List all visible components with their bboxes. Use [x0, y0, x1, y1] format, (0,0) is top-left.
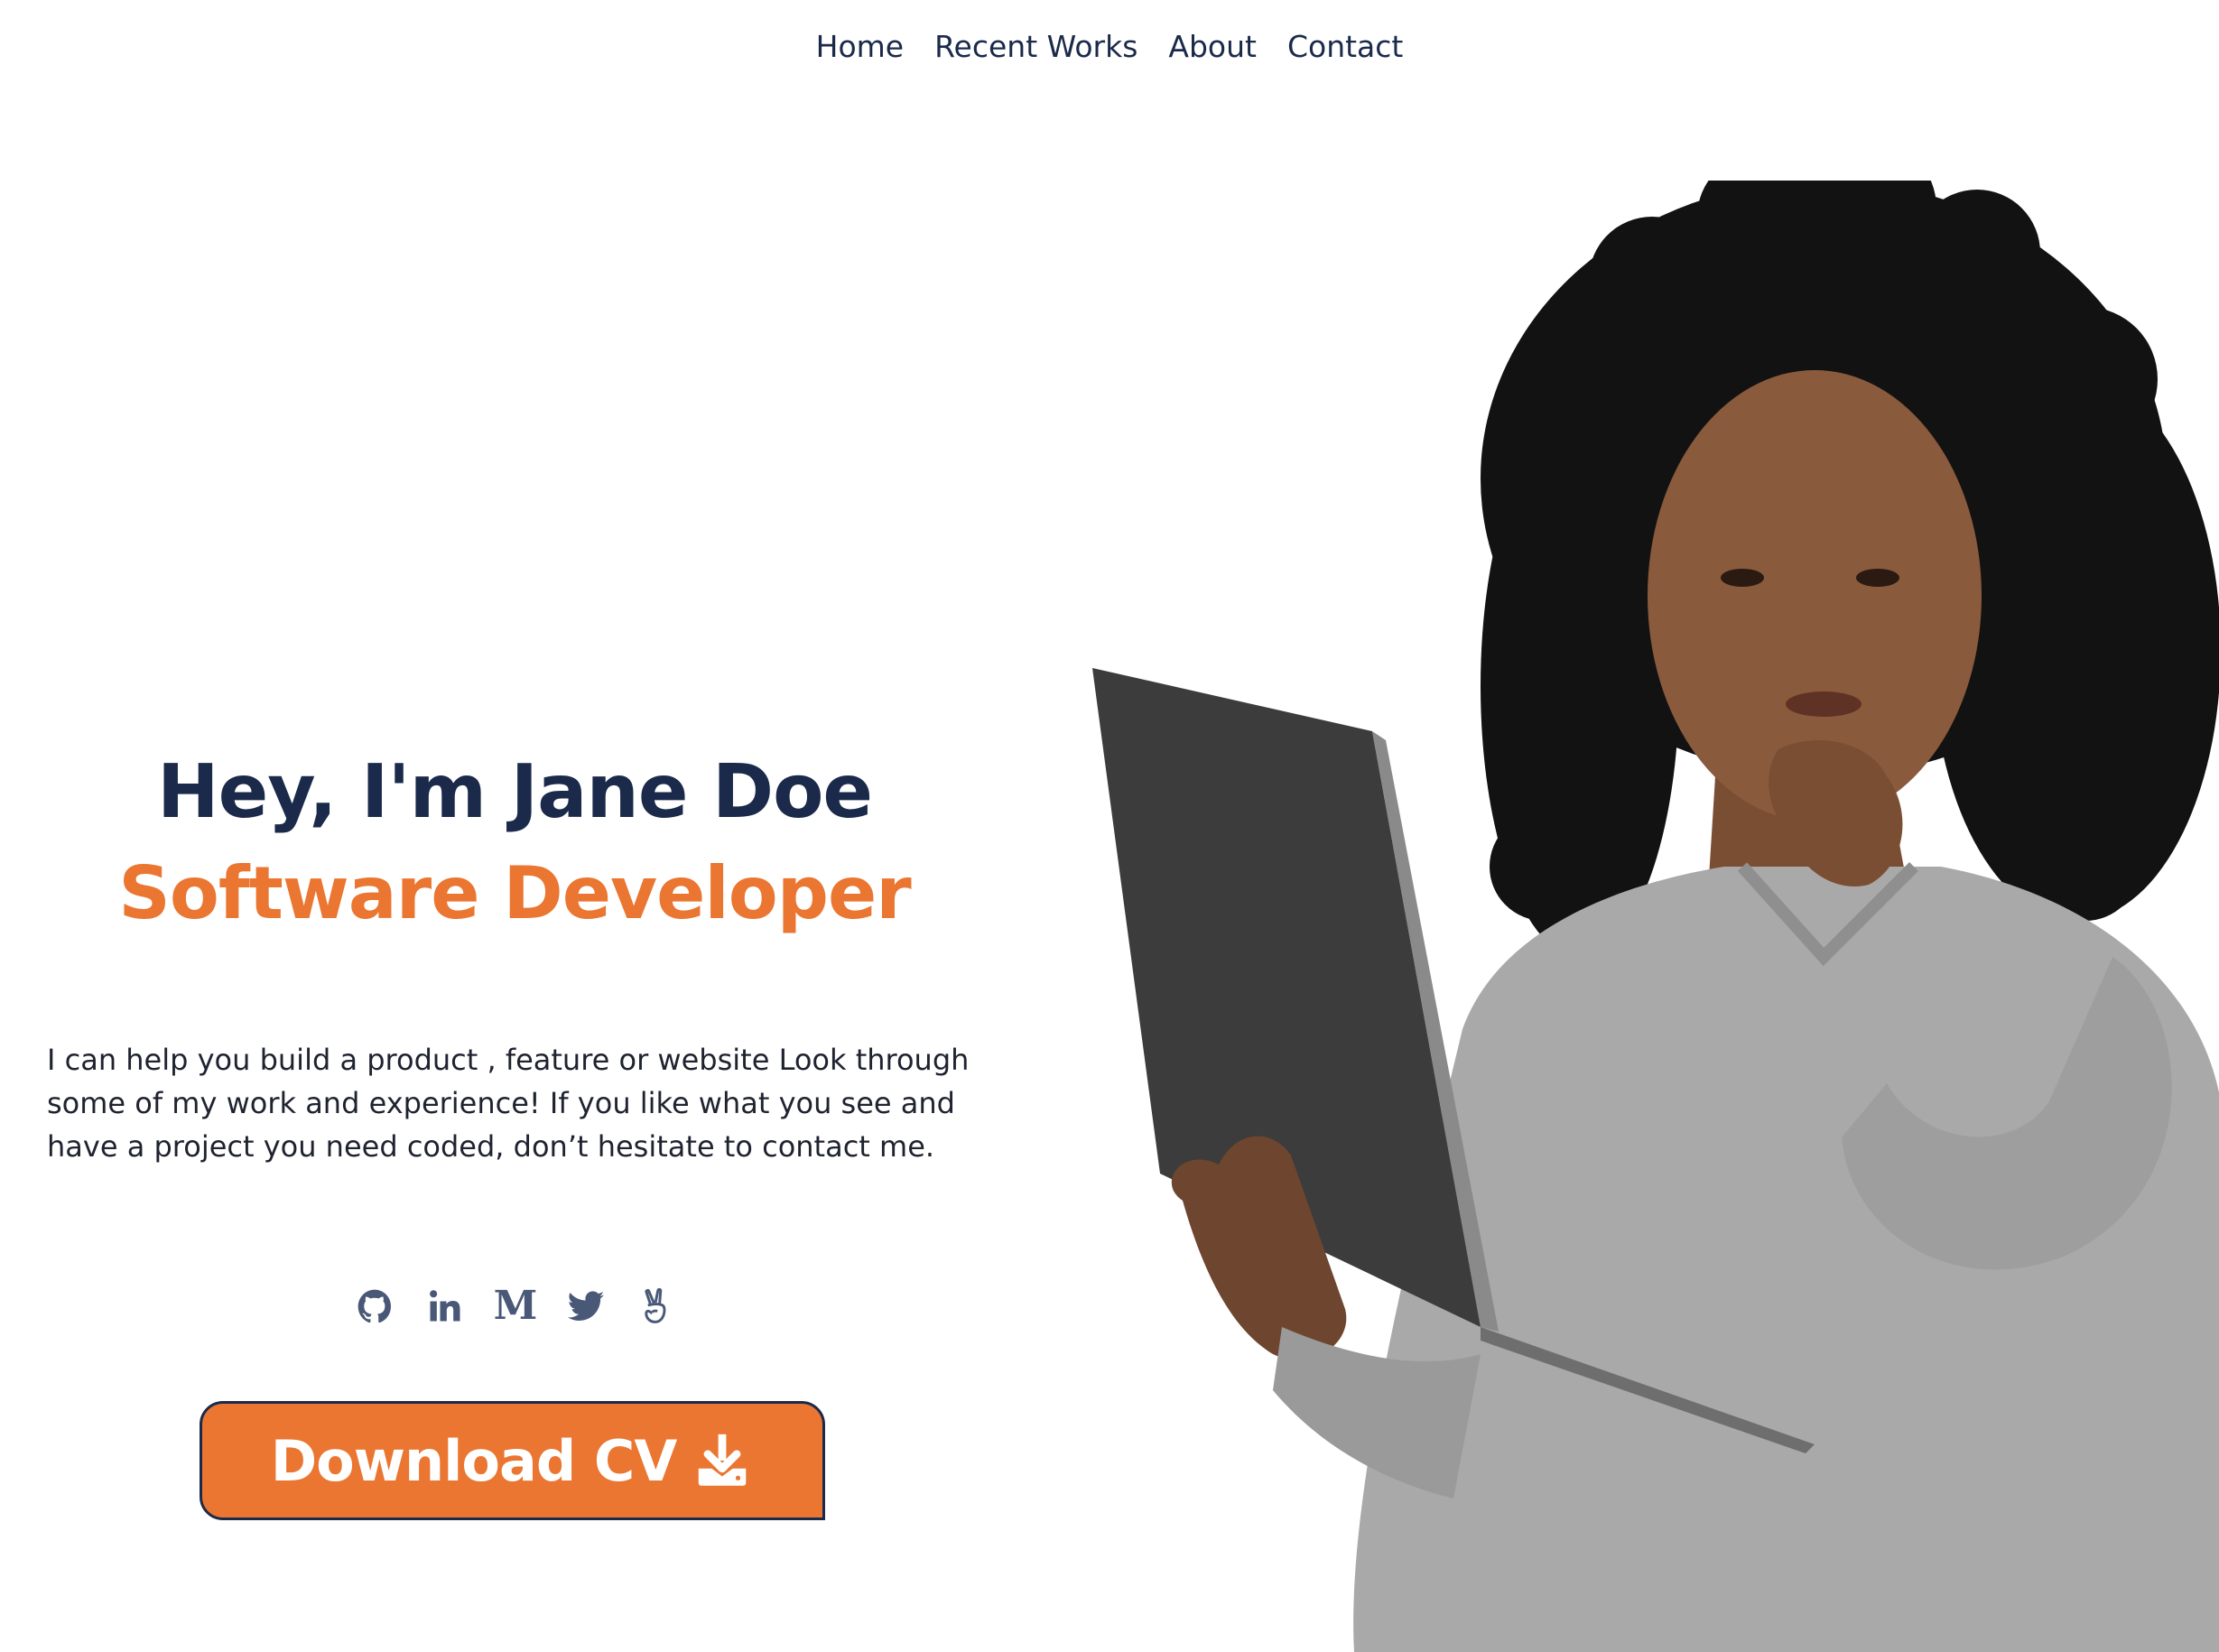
hero-intro: I can help you build a product , feature… — [47, 1043, 970, 1164]
hero-greeting: Hey, I'm Jane Doe — [156, 749, 873, 835]
portfolio-page: Home Recent Works About Contact Hey, I'm… — [0, 0, 2219, 1652]
nav-contact[interactable]: Contact — [1286, 23, 1405, 70]
angellist-icon[interactable] — [634, 1284, 679, 1329]
woman-with-laptop-illustration — [1092, 181, 2219, 1652]
social-links: M — [352, 1284, 679, 1329]
medium-icon[interactable]: M — [493, 1284, 538, 1329]
linkedin-icon[interactable] — [422, 1284, 468, 1329]
download-icon — [691, 1429, 754, 1492]
github-icon[interactable] — [352, 1284, 397, 1329]
nav-about[interactable]: About — [1166, 23, 1258, 70]
download-cv-label: Download CV — [270, 1427, 678, 1494]
developer-portrait-image — [1074, 181, 2219, 1652]
download-cv-button[interactable]: Download CV — [200, 1401, 825, 1520]
hero-section: Hey, I'm Jane Doe Software Developer I c… — [0, 0, 1029, 1652]
twitter-icon[interactable] — [563, 1284, 608, 1329]
hero-role: Software Developer — [118, 851, 912, 935]
